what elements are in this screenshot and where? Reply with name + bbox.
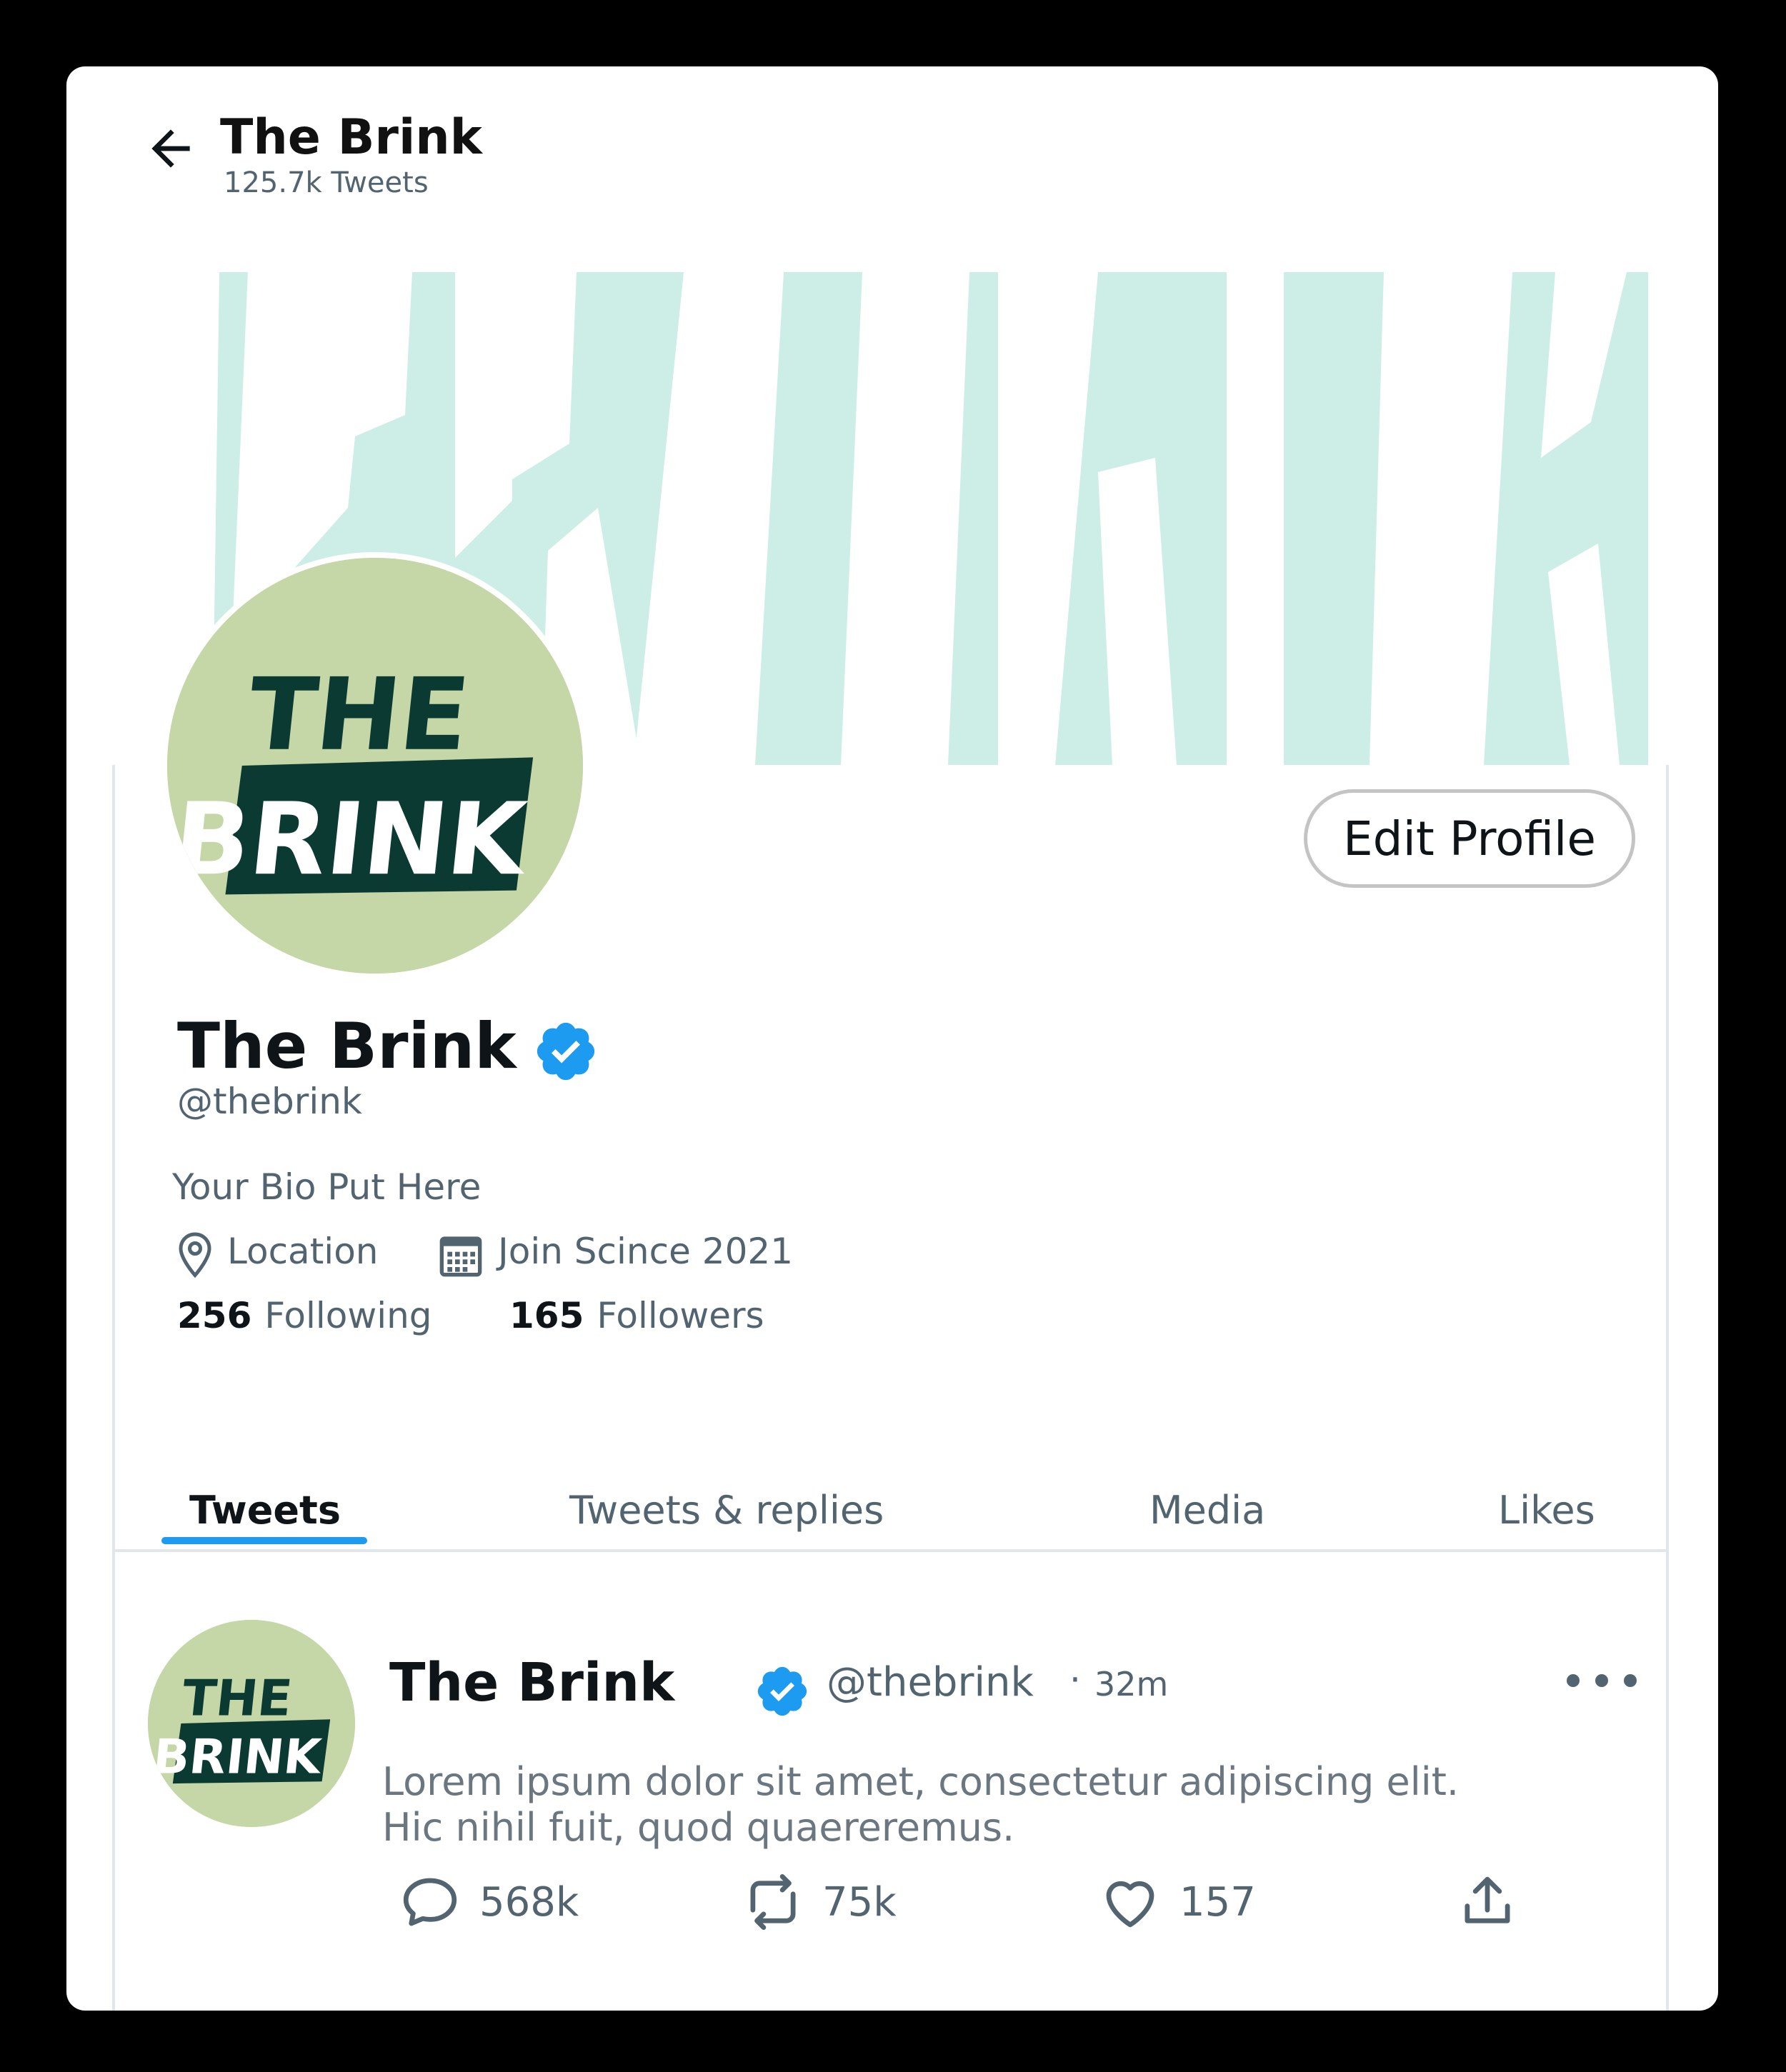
tab-media[interactable]: Media [1149, 1488, 1265, 1533]
tweet-text: Lorem ipsum dolor sit amet, consectetur … [382, 1759, 1597, 1851]
followers-link[interactable]: 165 Followers [509, 1295, 764, 1336]
back-button[interactable] [142, 120, 199, 177]
calendar-icon [439, 1236, 482, 1277]
arrow-left-icon [151, 129, 190, 168]
app-frame: The Brink 125.7k Tweets THE BRINK Edit P… [66, 66, 1718, 2011]
reply-button[interactable]: 568k [398, 1870, 579, 1934]
tweet-author-handle[interactable]: @thebrink [827, 1659, 1034, 1706]
reply-bubble-icon [403, 1878, 457, 1926]
logo-line1: THE [243, 657, 475, 774]
logo-small-line2: BRINK [151, 1729, 326, 1785]
tab-likes[interactable]: Likes [1498, 1488, 1595, 1533]
share-icon [1465, 1876, 1510, 1923]
active-tab-indicator [161, 1537, 367, 1544]
profile-handle: @thebrink [177, 1081, 362, 1122]
brink-logo-image: THE BRINK [167, 558, 583, 974]
tab-tweets[interactable]: Tweets [189, 1488, 341, 1533]
followers-label: Followers [597, 1295, 764, 1336]
more-options-icon[interactable] [1562, 1659, 1641, 1702]
heart-icon [1106, 1881, 1154, 1928]
tweet-text-line-2: Hic nihil fuit, quod quaereremus. [382, 1805, 1015, 1850]
retweet-button[interactable]: 75k [741, 1870, 897, 1934]
brink-logo-small-image: THE BRINK [148, 1620, 355, 1827]
following-link[interactable]: 256 Following [177, 1295, 432, 1336]
edit-profile-button[interactable]: Edit Profile [1304, 789, 1635, 888]
tweet-author-name[interactable]: The Brink [389, 1652, 674, 1713]
profile-join-date: Join Scince 2021 [498, 1231, 794, 1272]
profile-name: The Brink [177, 1009, 517, 1083]
verified-badge-small-icon [757, 1666, 807, 1716]
tweet-separator: · [1069, 1659, 1081, 1701]
profile-bio: Your Bio Put Here [172, 1166, 482, 1208]
reply-count: 568k [479, 1878, 579, 1926]
tweet-item[interactable]: THE BRINK The Brink @thebrink · 32m Lore… [112, 1552, 1669, 2011]
tab-tweets-replies[interactable]: Tweets & replies [569, 1488, 884, 1533]
verified-badge-icon [537, 1022, 595, 1081]
retweet-count: 75k [822, 1878, 897, 1926]
followers-count: 165 [509, 1295, 584, 1336]
share-button[interactable] [1455, 1870, 1520, 1934]
logo-line2: BRINK [168, 782, 534, 899]
following-count: 256 [177, 1295, 252, 1336]
tweet-timestamp[interactable]: 32m [1094, 1665, 1168, 1703]
like-count: 157 [1179, 1878, 1256, 1926]
tweet-avatar[interactable]: THE BRINK [148, 1620, 355, 1827]
profile-header: The Brink 125.7k Tweets [66, 66, 1718, 224]
retweet-icon [750, 1874, 796, 1930]
header-title: The Brink [220, 109, 482, 166]
logo-small-line1: THE [179, 1670, 295, 1728]
location-pin-icon [179, 1232, 211, 1278]
header-tweet-count: 125.7k Tweets [224, 166, 429, 199]
profile-avatar[interactable]: THE BRINK [161, 552, 589, 979]
like-button[interactable]: 157 [1098, 1870, 1256, 1934]
following-label: Following [264, 1295, 432, 1336]
tweet-text-line-1: Lorem ipsum dolor sit amet, consectetur … [382, 1759, 1460, 1804]
profile-location: Location [227, 1231, 379, 1272]
